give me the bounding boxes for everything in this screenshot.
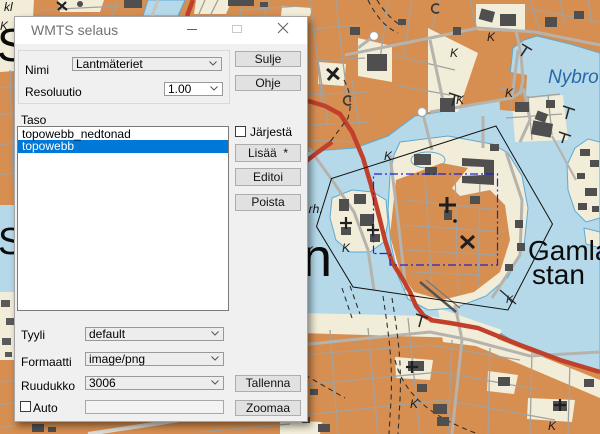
svg-text:K: K xyxy=(548,419,557,433)
svg-text:K: K xyxy=(450,46,459,60)
svg-text:K: K xyxy=(342,241,351,255)
svg-text:Nybro: Nybro xyxy=(548,67,599,88)
svg-text:K: K xyxy=(456,93,465,107)
svg-text:stan: stan xyxy=(532,259,585,290)
svg-text:kl: kl xyxy=(4,0,13,14)
svg-text:K: K xyxy=(487,30,496,44)
svg-text:K: K xyxy=(505,86,514,100)
svg-text:K: K xyxy=(410,397,419,411)
